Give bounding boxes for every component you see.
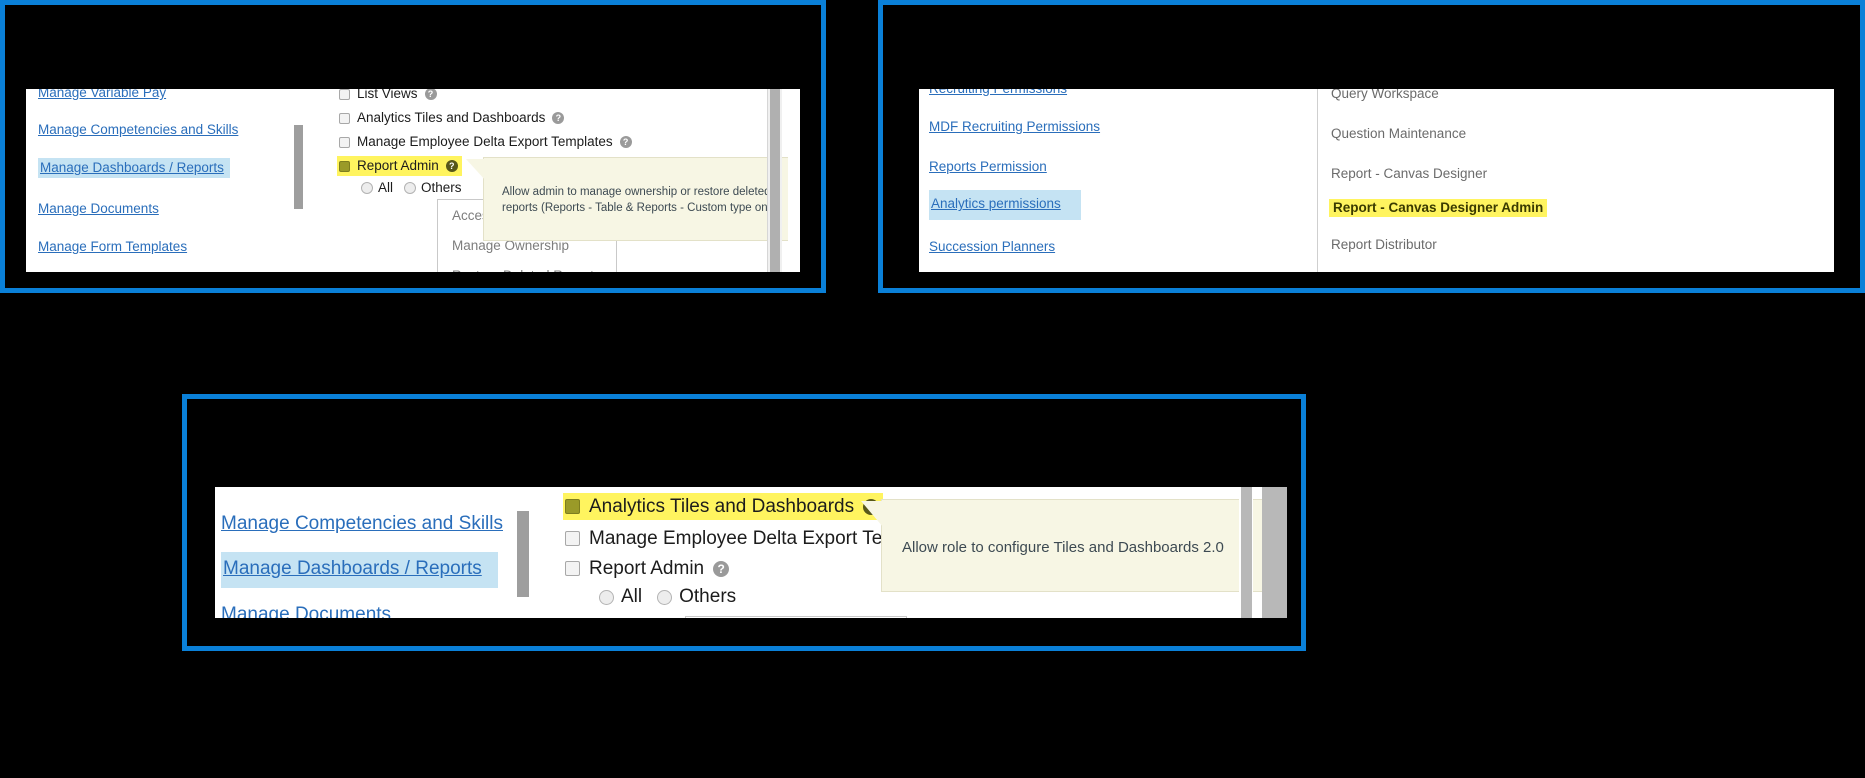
sidebar-item-label: Analytics permissions (931, 196, 1061, 211)
permission-item-report-canvas-designer-admin[interactable]: Report - Canvas Designer Admin (1329, 199, 1548, 217)
report-admin-scope-radios[interactable]: All Others (599, 586, 736, 608)
radio-icon-all[interactable] (599, 589, 614, 605)
sidebar-item-manage-documents[interactable]: Manage Documents (38, 199, 163, 219)
sidebar-item-manage-form-templates[interactable]: Manage Form Templates (38, 237, 191, 257)
sidebar-item-label: Recruiting Permissions (929, 89, 1067, 96)
tooltip-text: Allow role to configure Tiles and Dashbo… (902, 539, 1224, 556)
permission-item-label: Report Transfer (1331, 271, 1425, 272)
analytics-permissions-screenshot: Recruiting Permissions MDF Recruiting Pe… (919, 89, 1834, 272)
scrollbar-thumb[interactable] (770, 89, 780, 272)
scrollbar-track[interactable] (1262, 487, 1287, 618)
permission-label: Report Admin (589, 558, 705, 579)
sidebar-item-manage-competencies-and-skills[interactable]: Manage Competencies and Skills (221, 511, 507, 537)
column-divider (294, 125, 303, 209)
sidebar-item-succession-planners[interactable]: Succession Planners (929, 237, 1059, 257)
radio-icon-others[interactable] (657, 589, 673, 605)
radio-label-all: All (621, 586, 643, 607)
permission-item-question-maintenance[interactable]: Question Maintenance (1331, 126, 1466, 142)
permission-item-label: Report - Canvas Designer Admin (1329, 199, 1548, 217)
scrollbar-thumb[interactable] (1262, 487, 1287, 618)
sidebar-item-label: Reports Permission (929, 159, 1047, 174)
callout-panel-top-right: Recruiting Permissions MDF Recruiting Pe… (878, 0, 1865, 293)
permission-label: Analytics Tiles and Dashboards (357, 110, 546, 125)
sidebar-item-label: Manage Documents (38, 201, 159, 216)
permission-row-report-admin[interactable]: Report Admin ? (565, 556, 730, 581)
permission-item-query-workspace[interactable]: Query Workspace (1331, 89, 1439, 102)
permission-row-analytics-tiles-and-dashboards[interactable]: Analytics Tiles and Dashboards ? (563, 493, 884, 520)
sidebar-item-analytics-permissions[interactable]: Analytics permissions (929, 190, 1081, 220)
sidebar-item-label: Manage Documents (221, 604, 392, 618)
radio-icon-all[interactable] (361, 181, 373, 194)
column-divider (1317, 89, 1318, 272)
permission-row-manage-employee-delta-export-templates[interactable]: Manage Employee Delta Export Templates ? (339, 133, 632, 151)
tooltip-tail (466, 159, 486, 181)
permission-item-label: Query Workspace (1331, 89, 1439, 101)
tooltip-text: Allow admin to manage ownership or resto… (502, 186, 780, 214)
scrollbar-gutter (1239, 487, 1253, 618)
checkbox-icon[interactable] (565, 531, 580, 546)
access-reports-box: Access All Reports (685, 616, 907, 618)
callout-panel-bottom: Manage Competencies and Skills Manage Da… (182, 394, 1306, 651)
callout-panel-top-left: Manage Variable Pay Manage Competencies … (0, 0, 826, 293)
inner-scrollbar-thumb[interactable] (1241, 487, 1252, 618)
sidebar-item-label: Manage Competencies and Skills (221, 513, 503, 534)
checkbox-icon[interactable] (565, 499, 580, 514)
help-icon[interactable]: ? (424, 89, 437, 100)
radio-label-others: Others (679, 586, 737, 607)
permission-settings-screenshot-top-left: Manage Variable Pay Manage Competencies … (26, 89, 800, 272)
help-icon[interactable]: ? (445, 160, 458, 172)
sidebar-item-manage-competencies-and-skills[interactable]: Manage Competencies and Skills (38, 120, 242, 140)
scrollbar-outer-track[interactable] (788, 89, 800, 272)
permission-item-label: Report - Canvas Designer (1331, 166, 1488, 181)
sidebar-item-label: MDF Recruiting Permissions (929, 119, 1101, 134)
column-divider (517, 511, 529, 597)
permission-row-analytics-tiles-and-dashboards[interactable]: Analytics Tiles and Dashboards ? (339, 109, 565, 127)
permission-label: Analytics Tiles and Dashboards (589, 496, 855, 517)
sidebar-item-label: Manage Dashboards / Reports (223, 558, 482, 579)
permission-category-list-top-left: Manage Variable Pay Manage Competencies … (38, 89, 286, 272)
help-icon[interactable]: ? (552, 112, 565, 124)
tooltip-report-admin: Allow admin to manage ownership or resto… (483, 157, 800, 241)
sidebar-item-manage-dashboards-reports[interactable]: Manage Dashboards / Reports (38, 158, 230, 178)
sidebar-item-label: Manage Variable Pay (38, 89, 167, 100)
permission-label: Manage Employee Delta Export Templates (357, 134, 613, 149)
permission-item-label: Question Maintenance (1331, 126, 1467, 141)
screenshot-stage: Manage Variable Pay Manage Competencies … (0, 0, 1865, 778)
sidebar-item-label: Manage Dashboards / Reports (40, 160, 224, 175)
permission-item-label: Report Distributor (1331, 237, 1437, 252)
sidebar-item-reports-permission[interactable]: Reports Permission (929, 157, 1051, 177)
help-icon[interactable]: ? (619, 136, 632, 148)
access-box-row-restore-deleted-reports[interactable]: Restore Deleted Reports (452, 268, 601, 272)
permission-row-list-views[interactable]: List Views ? (339, 89, 437, 103)
sidebar-item-recruiting-permissions[interactable]: Recruiting Permissions (929, 89, 1071, 98)
tooltip-analytics-tiles: Allow role to configure Tiles and Dashbo… (881, 499, 1279, 592)
permission-item-report-canvas-designer[interactable]: Report - Canvas Designer (1331, 166, 1487, 182)
sidebar-item-label: Succession Planners (929, 239, 1056, 254)
help-icon[interactable]: ? (713, 560, 730, 577)
permission-item-report-distributor[interactable]: Report Distributor (1331, 237, 1437, 253)
tooltip-tail (861, 501, 883, 527)
checkbox-icon[interactable] (339, 89, 350, 100)
permission-label: Report Admin (357, 158, 439, 173)
permission-label: List Views (357, 89, 418, 101)
sidebar-item-manage-variable-pay[interactable]: Manage Variable Pay (38, 89, 170, 103)
sidebar-item-label: Manage Form Templates (38, 239, 188, 254)
checkbox-icon[interactable] (339, 160, 350, 172)
sidebar-item-manage-documents[interactable]: Manage Documents (221, 602, 395, 618)
scrollbar-track[interactable] (767, 89, 782, 272)
sidebar-item-manage-dashboards-reports[interactable]: Manage Dashboards / Reports (221, 552, 498, 588)
radio-label-all: All (378, 180, 394, 195)
report-admin-scope-radios[interactable]: All Others (361, 180, 462, 195)
sidebar-item-mdf-recruiting-permissions[interactable]: MDF Recruiting Permissions (929, 117, 1104, 137)
sidebar-item-label: Manage Competencies and Skills (38, 122, 239, 137)
checkbox-icon[interactable] (339, 112, 350, 124)
permission-row-report-admin[interactable]: Report Admin ? (337, 156, 462, 176)
permission-item-report-transfer[interactable]: Report Transfer (1331, 271, 1425, 272)
radio-label-others: Others (421, 180, 462, 195)
checkbox-icon[interactable] (565, 561, 580, 576)
permission-settings-screenshot-bottom: Manage Competencies and Skills Manage Da… (215, 487, 1287, 618)
radio-icon-others[interactable] (404, 181, 417, 194)
checkbox-icon[interactable] (339, 136, 350, 148)
